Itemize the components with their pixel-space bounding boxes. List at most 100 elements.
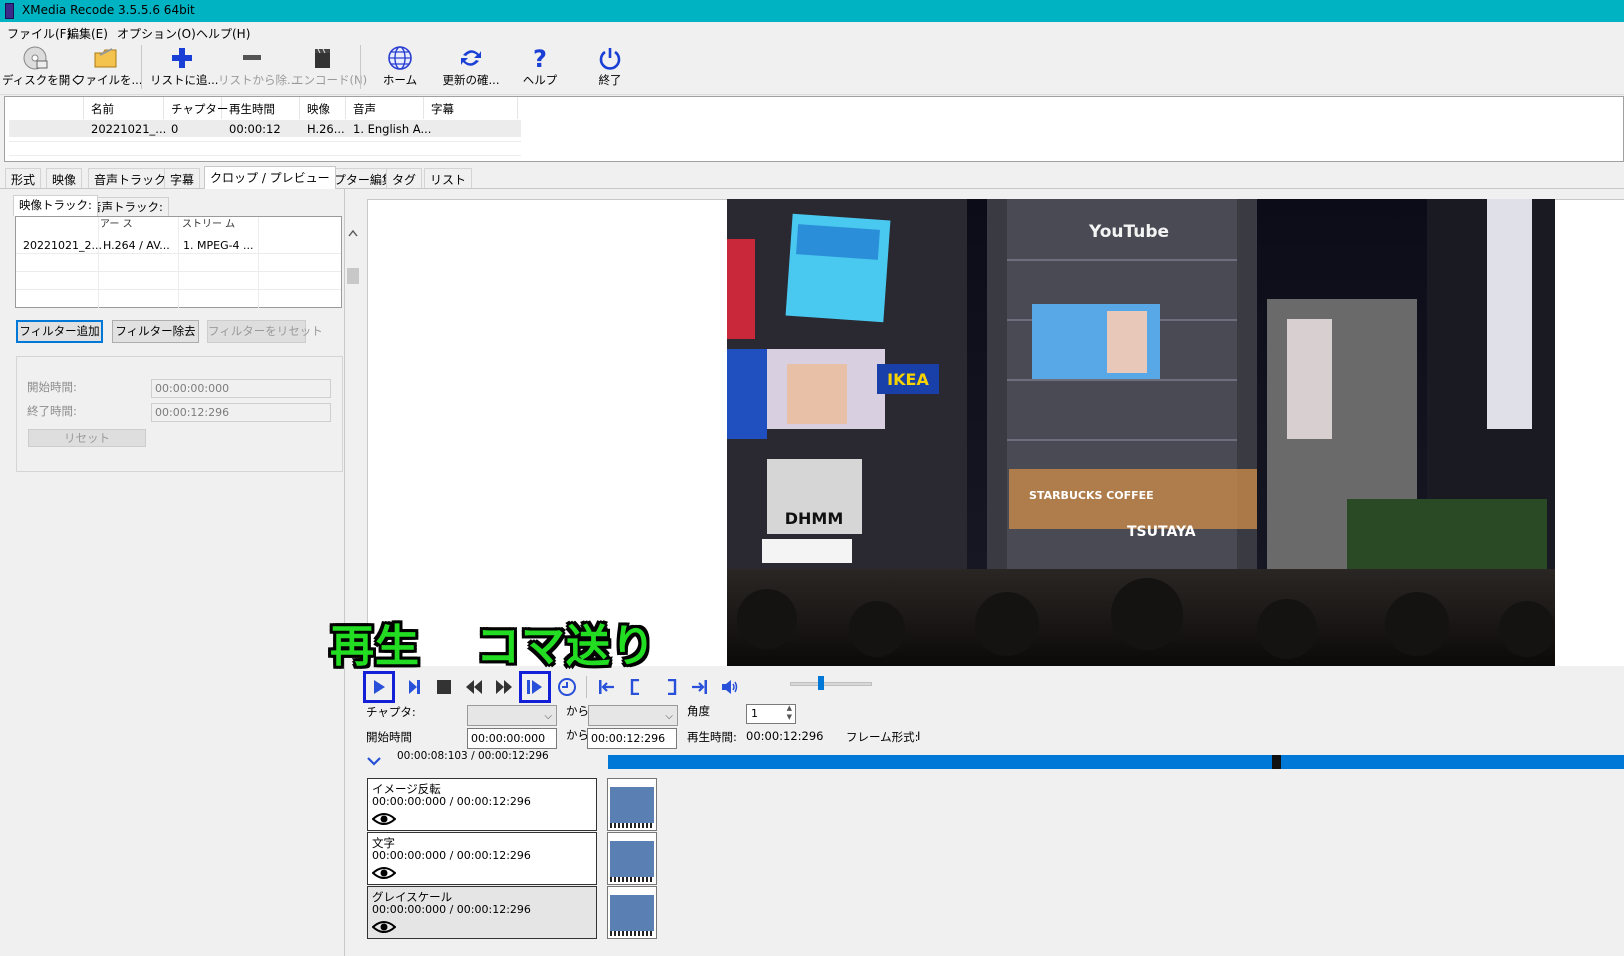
stream-cell-file: 20221021_2... bbox=[23, 239, 102, 252]
grid-line bbox=[9, 141, 521, 142]
go-to-start-button[interactable] bbox=[594, 674, 620, 700]
question-icon: ? bbox=[533, 45, 547, 71]
volume-slider-track[interactable] bbox=[790, 682, 872, 686]
start-time-label: 開始時間 bbox=[366, 730, 412, 744]
table-row[interactable]: 20221021_... 0 00:00:12 H.26... 1. Engli… bbox=[9, 120, 521, 137]
column-audio[interactable]: 音声 bbox=[353, 101, 376, 117]
angle-spinner[interactable]: 1 ▲ ▼ bbox=[746, 704, 796, 724]
angle-label: 角度 bbox=[687, 704, 710, 718]
goto-end-icon bbox=[692, 680, 707, 694]
column-video[interactable]: 映像 bbox=[307, 101, 330, 117]
filter-item[interactable]: イメージ反転 00:00:00:000 / 00:00:12:296 bbox=[367, 778, 597, 831]
chapter-from-select[interactable]: ⌵ bbox=[467, 705, 557, 726]
end-time-field[interactable]: 00:00:12:296 bbox=[151, 403, 331, 422]
step-play-button[interactable] bbox=[401, 674, 427, 700]
start-time-input[interactable]: 00:00:00:000 bbox=[467, 728, 557, 749]
sign-ikea: IKEA bbox=[887, 370, 929, 389]
filter-timeline-block[interactable] bbox=[607, 832, 657, 885]
clapper-icon bbox=[315, 48, 330, 68]
tab-tags[interactable]: タグ bbox=[386, 168, 423, 188]
duration-value: 00:00:12:296 bbox=[746, 729, 824, 743]
stream-list[interactable]: アー ス ストリー ム 20221021_2... H.264 / AV... … bbox=[15, 216, 342, 309]
grid-line bbox=[9, 155, 521, 156]
home-button[interactable]: ホーム bbox=[370, 45, 430, 93]
frame-advance-button[interactable] bbox=[519, 671, 551, 703]
sign-starbucks: STARBUCKS COFFEE bbox=[1029, 489, 1154, 502]
filter-item[interactable]: 文字 00:00:00:000 / 00:00:12:296 bbox=[367, 832, 597, 885]
tab-list[interactable]: リスト bbox=[424, 168, 473, 188]
filter-timeline-block[interactable] bbox=[607, 886, 657, 939]
open-file-button[interactable]: ファイルを... bbox=[74, 45, 142, 93]
eye-icon[interactable] bbox=[372, 919, 396, 935]
set-start-button[interactable] bbox=[623, 674, 649, 700]
fast-forward-button[interactable] bbox=[491, 674, 517, 700]
file-list[interactable]: 名前 チャプター 再生時間 映像 音声 字幕 20221021_... 0 00… bbox=[4, 96, 1624, 162]
remove-filter-button[interactable]: フィルター除去 bbox=[112, 320, 199, 343]
bracket-close-icon bbox=[668, 679, 677, 695]
timeline-bar[interactable] bbox=[608, 755, 1624, 769]
remove-from-list-button[interactable]: リストから除... bbox=[218, 45, 298, 93]
menu-edit[interactable]: 編集(E) bbox=[67, 25, 108, 42]
menu-options[interactable]: オプション(O) bbox=[117, 25, 196, 42]
play-icon bbox=[374, 680, 385, 694]
timeline-playhead[interactable] bbox=[1272, 755, 1281, 769]
goto-start-icon bbox=[599, 680, 614, 694]
open-disc-button[interactable]: ディスクを開く bbox=[2, 45, 82, 93]
cell-chapter: 0 bbox=[171, 122, 179, 136]
start-time-field[interactable]: 00:00:00:000 bbox=[151, 379, 331, 398]
help-button[interactable]: ? ヘルプ bbox=[512, 45, 568, 93]
set-end-button[interactable] bbox=[658, 674, 684, 700]
volume-slider-thumb[interactable] bbox=[818, 676, 824, 690]
folder-icon bbox=[94, 48, 117, 68]
go-to-end-button[interactable] bbox=[686, 674, 712, 700]
eye-icon[interactable] bbox=[372, 811, 396, 827]
tab-subtitle[interactable]: 字幕 bbox=[164, 168, 201, 188]
frame-step-icon bbox=[527, 680, 542, 694]
goto-time-button[interactable] bbox=[554, 674, 580, 700]
toolbar: ディスクを開く ファイルを... リストに追... リストから除... エンコー… bbox=[0, 41, 1624, 95]
eye-icon[interactable] bbox=[372, 865, 396, 881]
filter-item[interactable]: グレイスケール 00:00:00:000 / 00:00:12:296 bbox=[367, 886, 597, 939]
volume-button[interactable] bbox=[717, 674, 743, 700]
column-duration[interactable]: 再生時間 bbox=[229, 101, 275, 117]
column-subtitle[interactable]: 字幕 bbox=[431, 101, 454, 117]
stream-list-scrollbar[interactable] bbox=[346, 222, 360, 308]
stop-button[interactable] bbox=[431, 674, 457, 700]
chevron-down-icon: ⌵ bbox=[544, 711, 552, 722]
duration-label: 再生時間: bbox=[687, 730, 737, 744]
disc-icon bbox=[23, 46, 48, 70]
tab-format[interactable]: 形式 bbox=[5, 168, 42, 188]
svg-text:?: ? bbox=[533, 45, 547, 71]
filter-time: 00:00:00:000 / 00:00:12:296 bbox=[372, 849, 531, 862]
column-name[interactable]: 名前 bbox=[91, 101, 114, 117]
column-chapter[interactable]: チャプター bbox=[171, 101, 228, 117]
menu-file[interactable]: ファイル(F) bbox=[7, 25, 71, 42]
spinner-arrows-icon[interactable]: ▲ ▼ bbox=[787, 704, 792, 722]
end-time-input[interactable]: 00:00:12:296 bbox=[587, 728, 677, 749]
stop-icon bbox=[437, 680, 451, 694]
chevron-down-icon: ⌵ bbox=[665, 711, 673, 722]
clock-icon bbox=[558, 678, 576, 696]
exit-button[interactable]: 終了 bbox=[584, 45, 636, 93]
subtab-video-track[interactable]: 映像トラック: bbox=[13, 195, 98, 216]
collapse-chevron-icon[interactable] bbox=[366, 755, 382, 767]
cell-duration: 00:00:12 bbox=[229, 122, 281, 136]
encode-button[interactable]: エンコード(N) bbox=[292, 45, 367, 93]
end-time-label: 終了時間: bbox=[27, 404, 77, 418]
reset-button[interactable]: リセット bbox=[28, 429, 146, 447]
add-to-list-button[interactable]: リストに追... bbox=[150, 45, 218, 93]
video-preview: IKEA DHMM YouTube STARBUCKS COFFEE TSUTA… bbox=[727, 199, 1555, 666]
play-button[interactable] bbox=[363, 671, 395, 703]
cell-video: H.26... bbox=[307, 122, 345, 136]
add-filter-button[interactable]: フィルター追加 bbox=[16, 320, 103, 343]
play-annotation: 再生 bbox=[330, 621, 420, 672]
reset-filter-button[interactable]: フィルターをリセット bbox=[207, 320, 323, 343]
tab-crop-preview[interactable]: クロップ / プレビュー bbox=[204, 166, 336, 189]
menu-help[interactable]: ヘルプ(H) bbox=[196, 25, 250, 42]
filter-timeline-block[interactable] bbox=[607, 778, 657, 831]
refresh-icon bbox=[461, 50, 481, 66]
tab-video[interactable]: 映像 bbox=[46, 168, 83, 188]
rewind-button[interactable] bbox=[461, 674, 487, 700]
check-update-button[interactable]: 更新の確... bbox=[438, 45, 504, 93]
chapter-to-select[interactable]: ⌵ bbox=[588, 705, 678, 726]
